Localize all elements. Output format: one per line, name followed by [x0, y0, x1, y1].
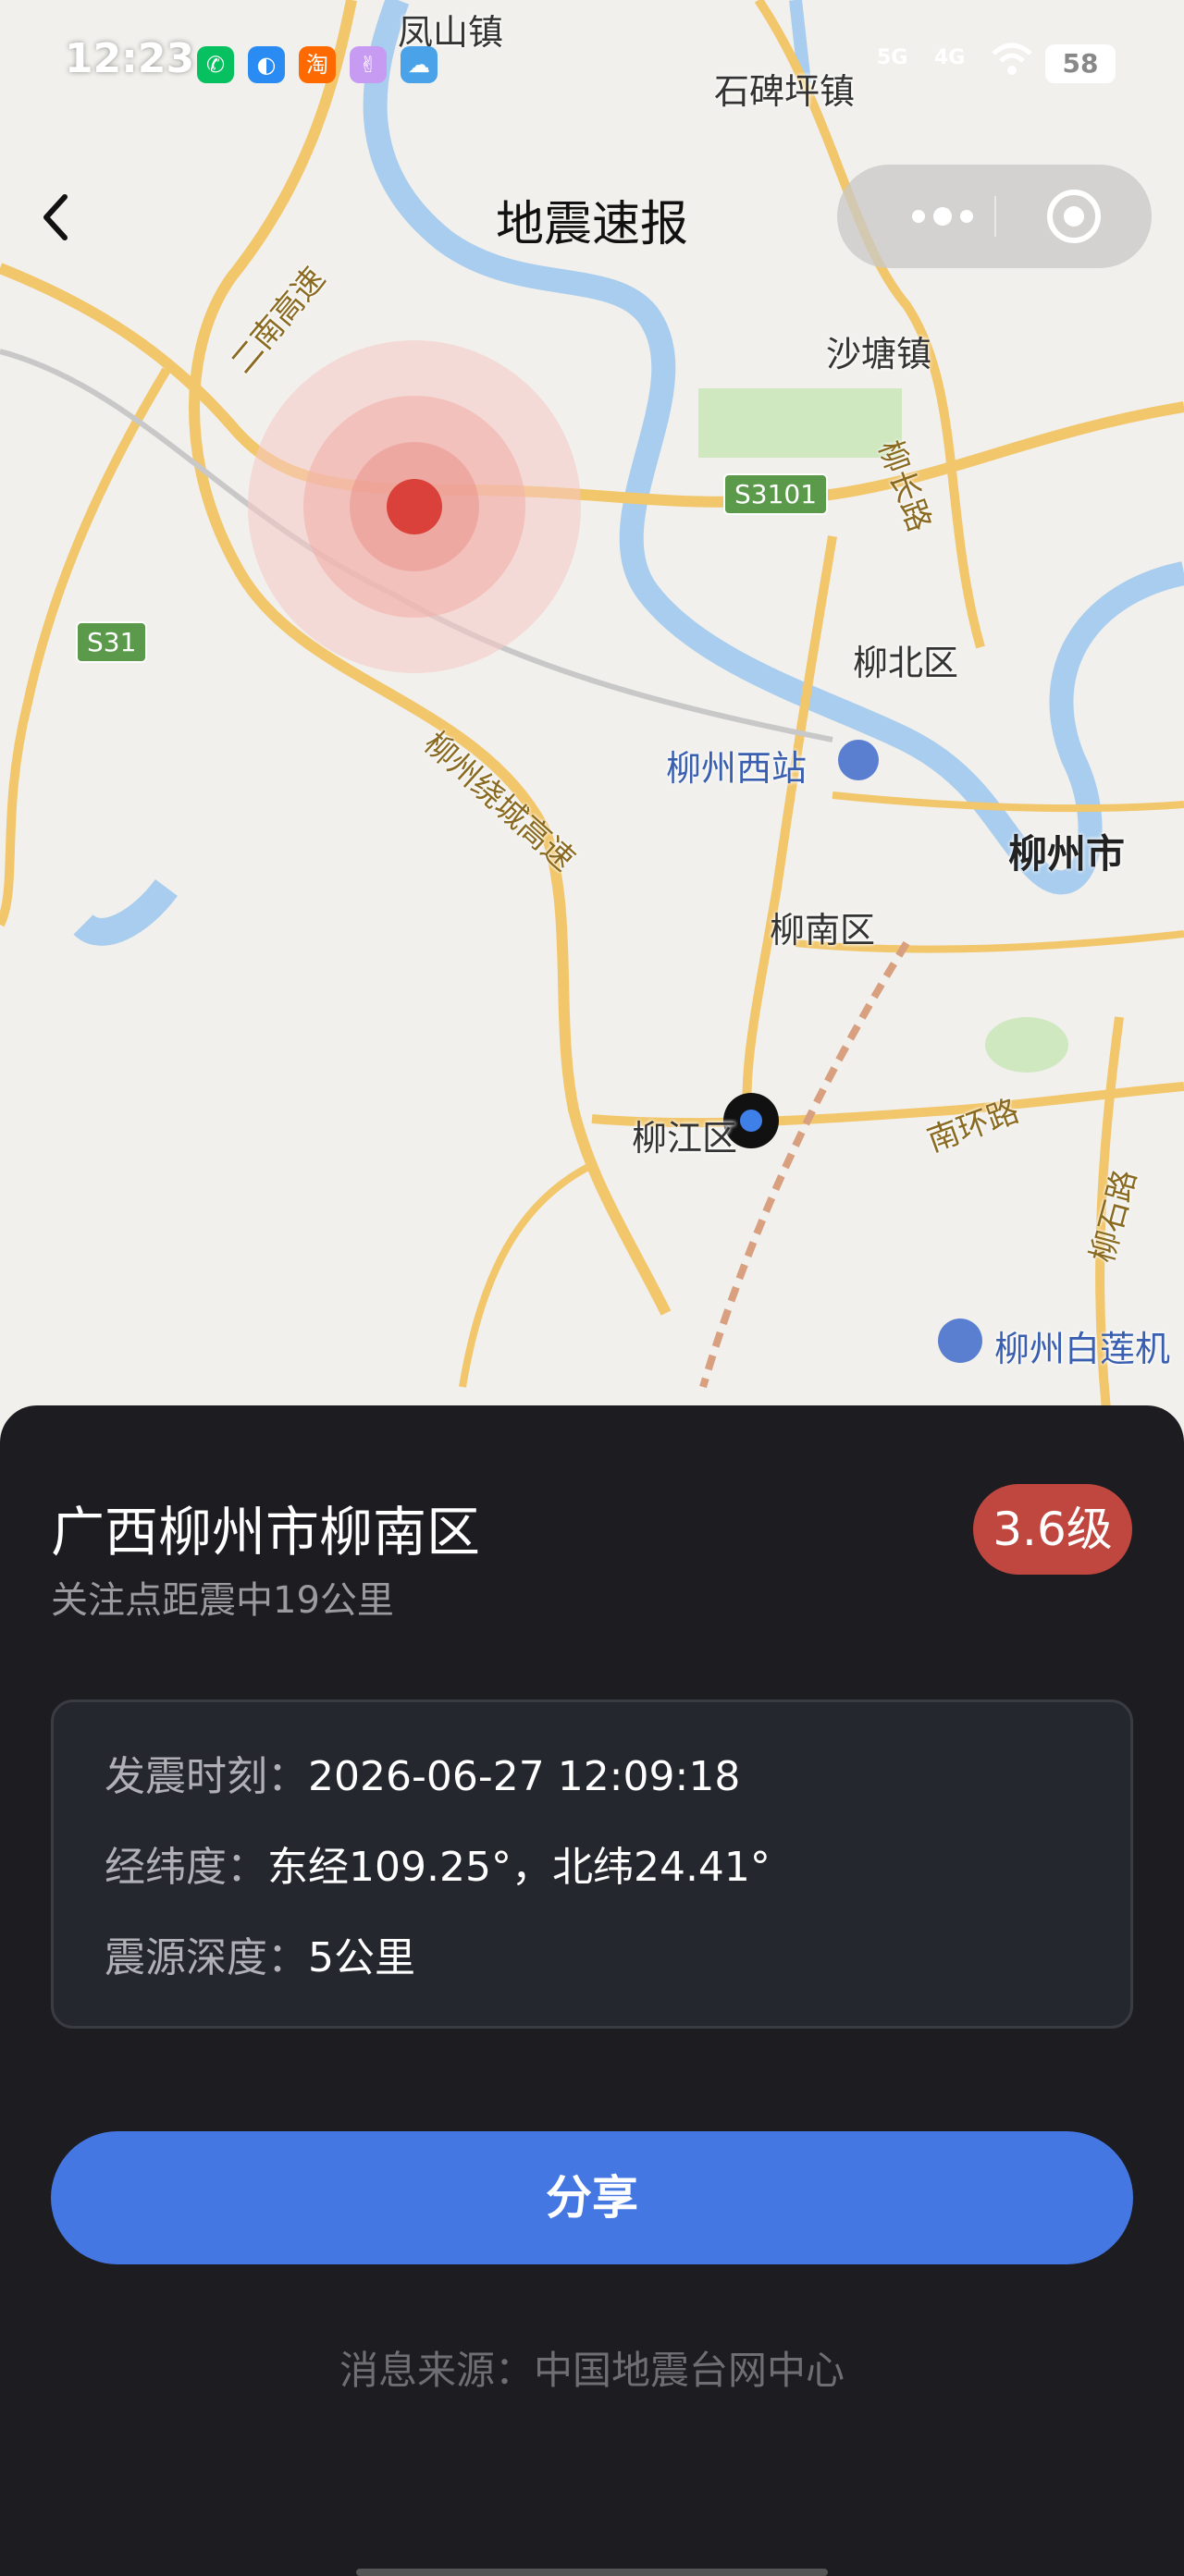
station-label: 柳州西站: [666, 748, 808, 789]
depth-label: 震源深度：: [105, 1934, 308, 1981]
weather-icon: ☁: [401, 46, 438, 83]
quake-info-panel: 广西柳州市柳南区 关注点距震中19公里 3.6级 发震时刻：2026-06-27…: [0, 1405, 1184, 2576]
share-button[interactable]: 分享: [51, 2131, 1133, 2264]
distance-text: 关注点距震中19公里: [51, 1579, 394, 1622]
railway: [699, 940, 910, 1389]
network-4g: 4G: [934, 46, 966, 69]
network-5g: 5G: [877, 46, 908, 69]
train-station-icon: [838, 740, 879, 780]
status-time: 12:23: [65, 35, 195, 82]
status-bar: 12:23 ✆ ◐ 淘 ✌ ☁ 5G 4G 58: [0, 0, 1184, 129]
depth-value: 5公里: [308, 1934, 415, 1981]
target-circle-icon: [1047, 190, 1101, 243]
road: [459, 1161, 594, 1388]
lake: [73, 878, 178, 946]
airplane-icon: [938, 1319, 982, 1363]
park-area: [985, 1017, 1068, 1073]
airport-label: 柳州白莲机: [994, 1329, 1171, 1369]
source-text: 消息来源：中国地震台网中心: [339, 2348, 845, 2393]
app-icon: ✌: [350, 46, 387, 83]
more-dots-icon: [912, 207, 973, 226]
place-label: 柳江区: [632, 1118, 738, 1159]
browser-icon: ◐: [248, 46, 285, 83]
place-label: 柳北区: [853, 643, 959, 683]
more-button[interactable]: [883, 165, 994, 268]
home-indicator[interactable]: [356, 2569, 828, 2576]
battery-indicator: 58: [1045, 44, 1116, 83]
place-label: 柳南区: [770, 910, 876, 951]
capsule-divider: [994, 196, 996, 237]
mini-program-capsule: [837, 165, 1152, 268]
quake-location: 广西柳州市柳南区: [51, 1501, 481, 1564]
road-shield: S31: [76, 621, 148, 663]
my-location-dot: [740, 1110, 762, 1132]
wifi-icon: [992, 41, 1032, 81]
magnitude-badge: 3.6级: [973, 1484, 1132, 1575]
time-row: 发震时刻：2026-06-27 12:09:18: [105, 1743, 740, 1802]
city-label: 柳州市: [1008, 831, 1126, 877]
road-shield: S3101: [723, 473, 829, 515]
place-label: 沙塘镇: [826, 334, 932, 374]
depth-row: 震源深度：5公里: [105, 1924, 415, 1983]
time-value: 2026-06-27 12:09:18: [308, 1753, 741, 1800]
taobao-icon: 淘: [299, 46, 336, 83]
coord-row: 经纬度：东经109.25°，北纬24.41°: [105, 1834, 771, 1893]
road: [742, 535, 837, 1138]
highway: [0, 263, 1184, 508]
wechat-icon: ✆: [197, 46, 234, 83]
epicenter-dot[interactable]: [387, 479, 442, 534]
road: [832, 791, 1184, 813]
close-button[interactable]: [1041, 183, 1107, 250]
quake-details-box: 发震时刻：2026-06-27 12:09:18 经纬度：东经109.25°，北…: [51, 1699, 1133, 2029]
coord-value: 东经109.25°，北纬24.41°: [267, 1844, 771, 1891]
time-label: 发震时刻：: [105, 1753, 308, 1800]
coord-label: 经纬度：: [105, 1844, 267, 1891]
